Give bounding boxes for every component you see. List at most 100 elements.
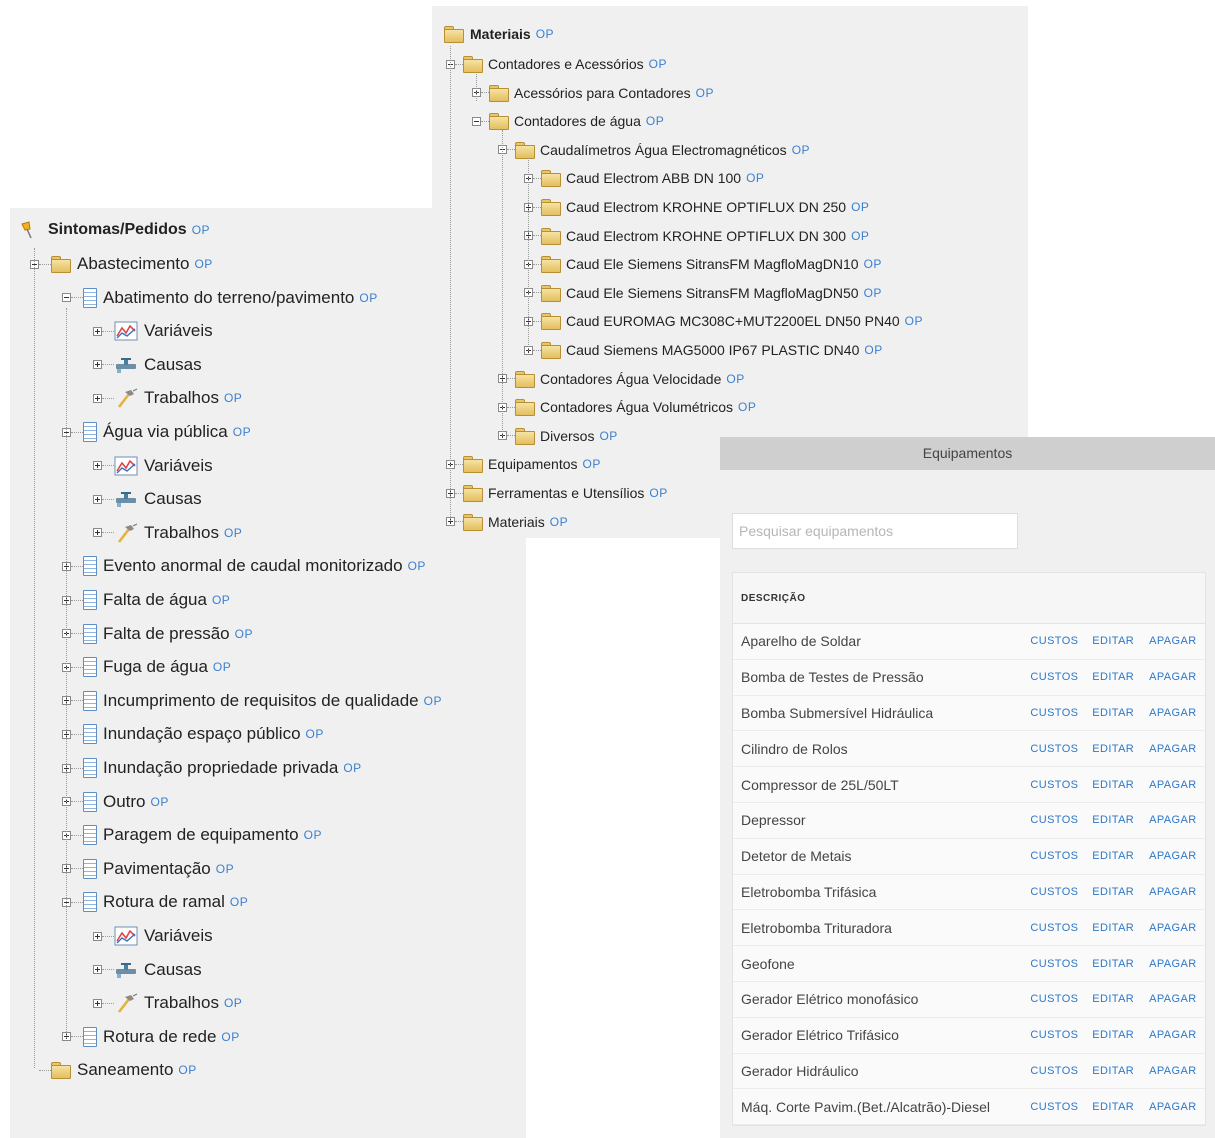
op-link[interactable]: OP xyxy=(194,257,212,271)
tree-node-incumprimento-de-requisitos-de-qualidade[interactable]: Incumprimento de requisitos de qualidade… xyxy=(62,690,442,712)
edit-link[interactable]: EDITAR xyxy=(1092,814,1149,826)
costs-link[interactable]: CUSTOS xyxy=(1030,743,1092,755)
tree-node-contadores-agua-volumetricos[interactable]: Contadores Água Volumétricos OP xyxy=(498,397,756,417)
op-link[interactable]: OP xyxy=(424,694,442,708)
expand-icon[interactable] xyxy=(93,461,102,471)
op-link[interactable]: OP xyxy=(408,559,426,573)
op-link[interactable]: OP xyxy=(864,257,882,271)
tree-node-inundacao-propriedade-privada[interactable]: Inundação propriedade privada OP xyxy=(62,757,362,779)
tree-node-evento-anormal-de-caudal-monitorizado[interactable]: Evento anormal de caudal monitorizado OP xyxy=(62,555,426,577)
tree-node-fuga-de-agua[interactable]: Fuga de água OP xyxy=(62,656,231,678)
tree-node-trabalhos[interactable]: Trabalhos OP xyxy=(93,992,242,1014)
tree-node-trabalhos[interactable]: Trabalhos OP xyxy=(93,387,242,409)
tree-node-contadores-e-acessorios[interactable]: Contadores e Acessórios OP xyxy=(446,54,667,74)
edit-link[interactable]: EDITAR xyxy=(1092,1065,1149,1077)
op-link[interactable]: OP xyxy=(359,291,377,305)
costs-link[interactable]: CUSTOS xyxy=(1030,1029,1092,1041)
edit-link[interactable]: EDITAR xyxy=(1092,1029,1149,1041)
delete-link[interactable]: APAGAR xyxy=(1149,671,1205,683)
tree-node-variaveis[interactable]: Variáveis xyxy=(93,455,213,477)
op-link[interactable]: OP xyxy=(221,1030,239,1044)
tree-node-contadores-agua-velocidade[interactable]: Contadores Água Velocidade OP xyxy=(498,369,745,389)
tree-node-causas[interactable]: Causas xyxy=(93,959,202,981)
edit-link[interactable]: EDITAR xyxy=(1092,993,1149,1005)
costs-link[interactable]: CUSTOS xyxy=(1030,707,1092,719)
op-link[interactable]: OP xyxy=(343,761,361,775)
tree-node-falta-de-pressao[interactable]: Falta de pressão OP xyxy=(62,623,253,645)
collapse-icon[interactable] xyxy=(62,293,71,303)
op-link[interactable]: OP xyxy=(212,593,230,607)
op-link[interactable]: OP xyxy=(550,515,568,529)
delete-link[interactable]: APAGAR xyxy=(1149,1101,1205,1113)
op-link[interactable]: OP xyxy=(536,27,554,41)
costs-link[interactable]: CUSTOS xyxy=(1030,814,1092,826)
expand-icon[interactable] xyxy=(93,326,102,336)
tree-node-equipamentos[interactable]: Equipamentos OP xyxy=(446,454,601,474)
tree-node-outro[interactable]: Outro OP xyxy=(62,791,169,813)
op-link[interactable]: OP xyxy=(851,229,869,243)
delete-link[interactable]: APAGAR xyxy=(1149,635,1205,647)
tree-node-abatimento-do-terreno-pavimento[interactable]: Abatimento do terreno/pavimento OP xyxy=(62,287,378,309)
costs-link[interactable]: CUSTOS xyxy=(1030,635,1092,647)
tree-node-caud-electrom-abb-dn-100[interactable]: Caud Electrom ABB DN 100 OP xyxy=(524,168,764,188)
edit-link[interactable]: EDITAR xyxy=(1092,779,1149,791)
tree-node-saneamento[interactable]: Saneamento OP xyxy=(30,1059,197,1081)
tree-node-caud-electrom-krohne-optiflux-dn-250[interactable]: Caud Electrom KROHNE OPTIFLUX DN 250 OP xyxy=(524,197,869,217)
op-link[interactable]: OP xyxy=(864,286,882,300)
op-link[interactable]: OP xyxy=(726,372,744,386)
op-link[interactable]: OP xyxy=(646,114,664,128)
op-link[interactable]: OP xyxy=(851,200,869,214)
tree-node-acessorios-para-contadores[interactable]: Acessórios para Contadores OP xyxy=(472,83,714,103)
delete-link[interactable]: APAGAR xyxy=(1149,886,1205,898)
tree-node-falta-de-agua[interactable]: Falta de água OP xyxy=(62,589,230,611)
costs-link[interactable]: CUSTOS xyxy=(1030,993,1092,1005)
op-link[interactable]: OP xyxy=(649,486,667,500)
edit-link[interactable]: EDITAR xyxy=(1092,958,1149,970)
expand-icon[interactable] xyxy=(93,393,102,403)
tree-node-agua-via-publica[interactable]: Água via pública OP xyxy=(62,421,251,443)
op-link[interactable]: OP xyxy=(792,143,810,157)
op-link[interactable]: OP xyxy=(192,223,210,237)
delete-link[interactable]: APAGAR xyxy=(1149,814,1205,826)
tree-root-materials[interactable]: Materiais OP xyxy=(444,26,554,43)
expand-icon[interactable] xyxy=(93,998,102,1008)
costs-link[interactable]: CUSTOS xyxy=(1030,922,1092,934)
edit-link[interactable]: EDITAR xyxy=(1092,671,1149,683)
tree-node-rotura-de-ramal[interactable]: Rotura de ramal OP xyxy=(62,891,248,913)
tree-node-caudalimetros-agua-electromagneticos[interactable]: Caudalímetros Água Electromagnéticos OP xyxy=(498,140,810,160)
expand-icon[interactable] xyxy=(93,931,102,941)
expand-icon[interactable] xyxy=(93,528,102,538)
tree-node-inundacao-espaco-publico[interactable]: Inundação espaço público OP xyxy=(62,723,324,745)
edit-link[interactable]: EDITAR xyxy=(1092,922,1149,934)
op-link[interactable]: OP xyxy=(233,425,251,439)
op-link[interactable]: OP xyxy=(230,895,248,909)
tree-node-caud-ele-siemens-sitransfm-magflomagdn10[interactable]: Caud Ele Siemens SitransFM MagfloMagDN10… xyxy=(524,254,882,274)
op-link[interactable]: OP xyxy=(649,57,667,71)
op-link[interactable]: OP xyxy=(864,343,882,357)
edit-link[interactable]: EDITAR xyxy=(1092,1101,1149,1113)
delete-link[interactable]: APAGAR xyxy=(1149,850,1205,862)
tree-node-rotura-de-rede[interactable]: Rotura de rede OP xyxy=(62,1026,240,1048)
expand-icon[interactable] xyxy=(93,965,102,975)
op-link[interactable]: OP xyxy=(746,171,764,185)
tree-node-caud-siemens-mag5000-ip67-plastic-dn40[interactable]: Caud Siemens MAG5000 IP67 PLASTIC DN40 OP xyxy=(524,340,883,360)
delete-link[interactable]: APAGAR xyxy=(1149,779,1205,791)
op-link[interactable]: OP xyxy=(178,1063,196,1077)
tree-node-variaveis[interactable]: Variáveis xyxy=(93,925,213,947)
equipment-search-input[interactable] xyxy=(732,513,1018,549)
op-link[interactable]: OP xyxy=(224,391,242,405)
edit-link[interactable]: EDITAR xyxy=(1092,743,1149,755)
delete-link[interactable]: APAGAR xyxy=(1149,1029,1205,1041)
costs-link[interactable]: CUSTOS xyxy=(1030,886,1092,898)
costs-link[interactable]: CUSTOS xyxy=(1030,671,1092,683)
op-link[interactable]: OP xyxy=(213,660,231,674)
tree-node-pavimentacao[interactable]: Pavimentação OP xyxy=(62,858,234,880)
edit-link[interactable]: EDITAR xyxy=(1092,635,1149,647)
tree-node-contadores-de-agua[interactable]: Contadores de água OP xyxy=(472,111,664,131)
op-link[interactable]: OP xyxy=(235,627,253,641)
op-link[interactable]: OP xyxy=(696,86,714,100)
expand-icon[interactable] xyxy=(93,494,102,504)
collapse-icon[interactable] xyxy=(472,116,481,126)
edit-link[interactable]: EDITAR xyxy=(1092,886,1149,898)
expand-icon[interactable] xyxy=(93,360,102,370)
